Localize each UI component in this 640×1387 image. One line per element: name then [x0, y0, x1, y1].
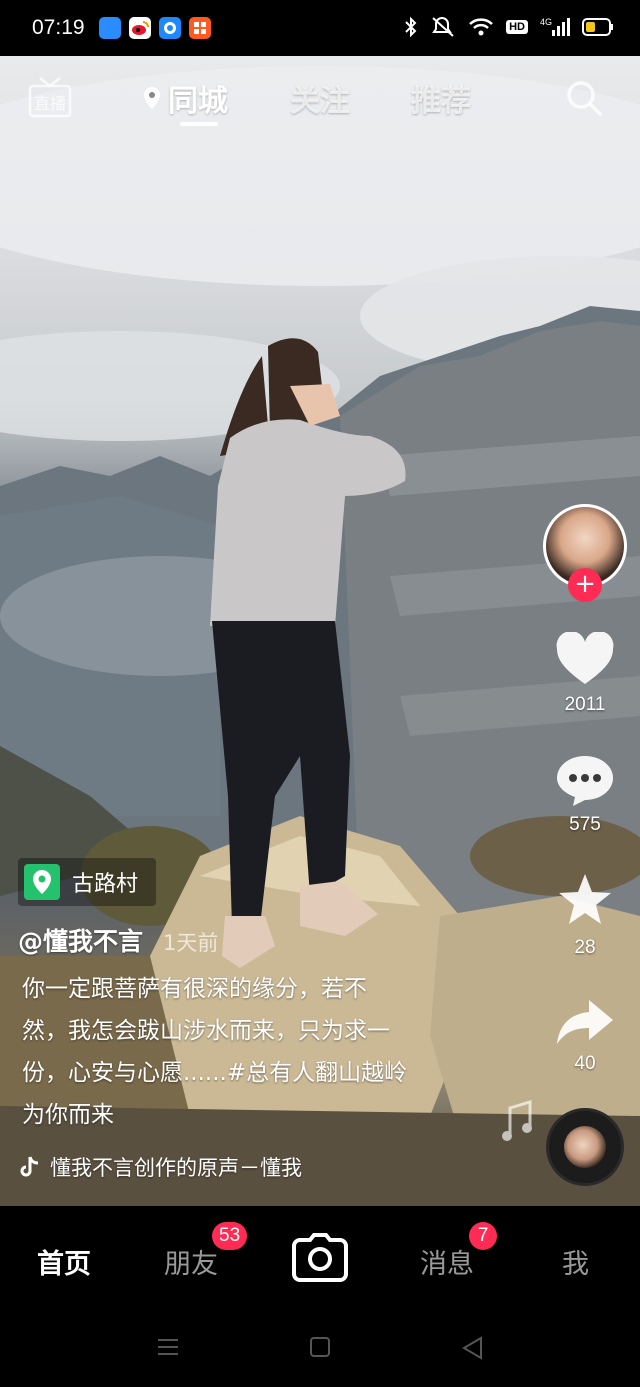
top-nav: 直播 同城 关注 推荐 — [0, 56, 640, 140]
camera-button[interactable] — [292, 1232, 348, 1284]
mute-icon — [432, 17, 454, 37]
status-right-icons: HD 4G — [404, 16, 614, 38]
location-label: 古路村 — [72, 872, 139, 897]
tab-following[interactable]: 关注 — [290, 76, 350, 120]
svg-text:4G: 4G — [540, 17, 552, 27]
tab-home[interactable]: 首页 — [37, 1242, 91, 1281]
caption-line: 为你而来 — [22, 1102, 114, 1128]
tiktok-note-icon — [20, 1156, 39, 1177]
menu-icon[interactable] — [156, 1336, 180, 1358]
author-name[interactable]: @懂我不言 — [18, 922, 143, 958]
author-row: @懂我不言 1天前 — [18, 922, 218, 958]
search-icon[interactable] — [564, 78, 604, 118]
follow-plus-button[interactable]: + — [568, 568, 602, 602]
system-nav-bar — [0, 1314, 640, 1387]
friends-badge: 53 — [212, 1222, 248, 1250]
location-chip[interactable]: 古路村 — [18, 858, 157, 906]
video-caption[interactable]: 你一定跟菩萨有很深的缘分，若不 然，我怎会跋山涉水而来，只为求一 份，心安与心愿… — [22, 968, 462, 1136]
camera-icon — [292, 1233, 348, 1282]
svg-text:直播: 直播 — [34, 94, 66, 113]
tab-nearby[interactable]: 同城 — [168, 76, 228, 120]
tab-me[interactable]: 我 — [562, 1242, 589, 1281]
post-time: 1天前 — [163, 931, 219, 955]
status-time: 07:19 — [32, 16, 85, 39]
music-disc[interactable] — [546, 1108, 624, 1186]
app-notification-icon — [98, 17, 121, 39]
tab-recommended[interactable]: 推荐 — [411, 76, 471, 120]
status-bar: 07:19 HD 4G — [0, 0, 640, 56]
active-tab-indicator — [180, 122, 218, 126]
share-arrow-icon[interactable] — [555, 996, 615, 1048]
music-row[interactable]: 懂我不言创作的原声－懂我 — [20, 1152, 350, 1182]
music-title: 懂我不言创作的原声－懂我 — [50, 1156, 302, 1180]
caption-line: 然，我怎会跋山涉水而来，只为求一 — [22, 1018, 390, 1044]
music-notes-icon — [502, 1099, 532, 1141]
live-tv-icon: 直播 — [28, 77, 72, 118]
home-square-icon[interactable] — [309, 1336, 331, 1358]
live-button[interactable]: 直播 — [28, 74, 72, 120]
orange-app-notification-icon — [188, 17, 211, 39]
caption-line: 份，心安与心愿......#总有人翻山越岭 — [22, 1060, 408, 1086]
tab-messages[interactable]: 消息 — [420, 1242, 474, 1281]
battery-icon — [582, 18, 613, 36]
location-pin-icon — [144, 87, 160, 109]
tab-friends[interactable]: 朋友 — [164, 1242, 218, 1281]
signal-icon: 4G — [540, 17, 570, 36]
browser-notification-icon — [158, 17, 181, 39]
back-triangle-icon[interactable] — [461, 1336, 483, 1360]
hd-badge: HD — [506, 20, 528, 34]
bluetooth-icon — [405, 16, 417, 38]
messages-badge: 7 — [469, 1222, 497, 1250]
like-count: 2011 — [564, 694, 606, 715]
bottom-tab-bar: 首页 朋友 53 消息 7 我 — [0, 1206, 640, 1314]
favorite-star-icon[interactable] — [555, 872, 615, 928]
caption-line: 你一定跟菩萨有很深的缘分，若不 — [22, 976, 367, 1002]
comment-icon[interactable] — [555, 752, 615, 808]
weibo-notification-icon — [128, 17, 151, 39]
share-count: 40 — [574, 1053, 596, 1074]
comment-count: 575 — [569, 814, 601, 835]
like-heart-icon[interactable] — [555, 632, 615, 688]
notification-icons — [98, 17, 211, 39]
favorite-count: 28 — [574, 937, 596, 958]
map-pin-icon — [24, 864, 60, 900]
music-disc-cover — [564, 1126, 606, 1168]
wifi-icon — [469, 18, 493, 36]
